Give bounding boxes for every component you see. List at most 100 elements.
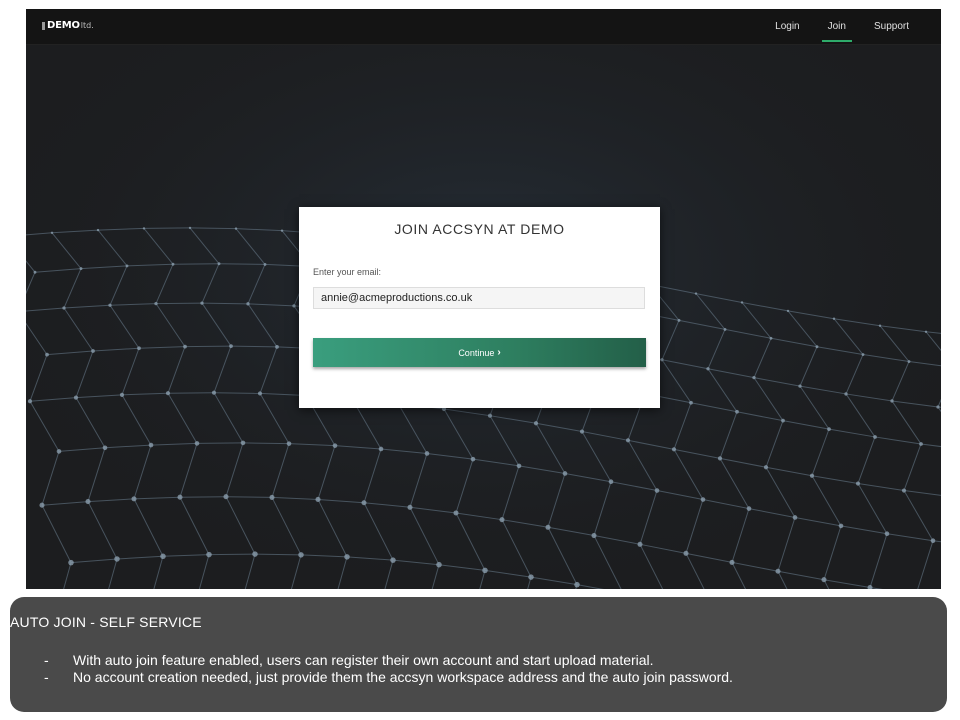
mesh-node [194, 441, 200, 446]
mesh-node [286, 441, 292, 446]
mesh-node [332, 443, 338, 448]
mesh-node [148, 442, 154, 448]
mesh-node [436, 561, 442, 568]
continue-button[interactable]: Continue › [313, 338, 646, 367]
mesh-node [154, 301, 158, 306]
mesh-node [827, 427, 831, 431]
mesh-link [167, 392, 215, 394]
mesh-node [574, 581, 580, 588]
mesh-node [694, 292, 698, 295]
mesh-node [275, 344, 279, 349]
mesh-node [131, 496, 137, 502]
mesh-node [102, 445, 108, 451]
mesh-node [188, 226, 192, 230]
mesh-node [878, 324, 882, 327]
mesh-link [208, 553, 256, 556]
mesh-node [516, 463, 522, 469]
caption-item-text: With auto join feature enabled, users ca… [73, 652, 654, 668]
mesh-node [229, 344, 233, 348]
logo-suffix: ltd. [80, 21, 94, 30]
mesh-node [625, 438, 631, 443]
mesh-node [884, 531, 890, 537]
mesh-link [143, 227, 191, 229]
mesh-node [487, 413, 493, 418]
mesh-node [165, 391, 171, 396]
mesh-node [50, 231, 54, 234]
mesh-node [706, 367, 710, 371]
mesh-node [723, 327, 727, 331]
mesh-node [683, 550, 689, 556]
mesh-node [85, 499, 91, 505]
mesh-node [424, 451, 430, 456]
email-input[interactable] [313, 287, 645, 309]
browser-screen: DEMO ltd. Login Join Support JOIN ACCSYN… [26, 9, 941, 589]
mesh-node [200, 301, 204, 305]
mesh-node [269, 494, 275, 500]
mesh-node [119, 392, 125, 397]
mesh-node [838, 523, 844, 529]
mesh-node [637, 541, 643, 547]
mesh-node [545, 524, 551, 530]
mesh-node [137, 346, 141, 351]
caption-item: - No account creation needed, just provi… [44, 669, 733, 686]
mesh-node [96, 228, 100, 232]
nav-login-link[interactable]: Login [769, 9, 805, 44]
mesh-node [91, 349, 95, 353]
mesh-node [240, 440, 246, 446]
mesh-node [890, 399, 894, 403]
mesh-node [79, 267, 83, 271]
mesh-node [717, 456, 723, 461]
mesh-node [56, 449, 62, 454]
mesh-link [184, 345, 232, 348]
mesh-node [407, 504, 413, 510]
mesh-node [453, 510, 459, 516]
mesh-node [528, 574, 534, 580]
mesh-node [125, 264, 129, 268]
mesh-node [470, 456, 476, 462]
mesh-node [108, 303, 112, 307]
mesh-node [907, 360, 911, 363]
mesh-node [798, 384, 802, 388]
mesh-node [114, 556, 120, 562]
mesh-node [39, 502, 45, 508]
mesh-node [735, 409, 739, 414]
mesh-node [671, 447, 677, 452]
mesh-node [390, 557, 396, 563]
company-logo[interactable]: DEMO ltd. [42, 19, 94, 33]
mesh-node [861, 353, 865, 356]
mesh-node [68, 559, 74, 566]
mesh-node [211, 390, 217, 395]
mesh-node [499, 517, 505, 523]
mesh-node [660, 358, 664, 362]
mesh-node [924, 330, 928, 333]
mesh-node [729, 559, 735, 565]
bullet-dash: - [44, 652, 49, 668]
mesh-node [257, 391, 263, 396]
email-label: Enter your email: [313, 267, 382, 277]
mesh-node [689, 400, 693, 405]
mesh-node [315, 496, 321, 502]
mesh-node [763, 465, 769, 470]
mesh-node [936, 405, 940, 409]
logo-mark-icon [42, 22, 45, 30]
mesh-node [752, 376, 756, 380]
mesh-node [246, 302, 250, 306]
caption-list: - With auto join feature enabled, users … [44, 652, 733, 686]
mesh-node [677, 318, 681, 322]
mesh-node [775, 568, 781, 574]
nav-join-link[interactable]: Join [821, 9, 853, 44]
nav-support-link[interactable]: Support [868, 9, 915, 44]
mesh-node [361, 500, 367, 506]
mesh-node [533, 421, 539, 426]
bullet-dash: - [44, 669, 49, 685]
mesh-node [223, 494, 229, 500]
caption-item: - With auto join feature enabled, users … [44, 652, 733, 669]
mesh-node [217, 262, 221, 266]
mesh-node [608, 479, 614, 485]
mesh-node [142, 227, 146, 230]
caption-title: AUTO JOIN - SELF SERVICE [10, 614, 202, 630]
mesh-node [280, 229, 284, 232]
continue-label: Continue [458, 347, 495, 358]
join-title: JOIN ACCSYN AT DEMO [394, 221, 565, 237]
mesh-node [700, 497, 706, 502]
